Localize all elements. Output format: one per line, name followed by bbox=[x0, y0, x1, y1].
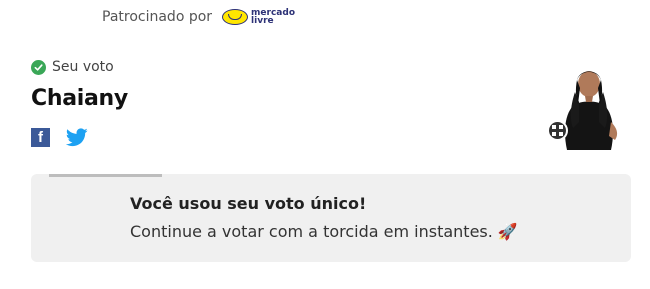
candidate-name: Chaiany bbox=[31, 86, 128, 111]
vote-confirmation-panel: Você usou seu voto único! Continue a vot… bbox=[31, 174, 631, 262]
sponsor-bar: Patrocinado por mercado livre bbox=[102, 6, 295, 28]
share-buttons: f bbox=[31, 128, 88, 147]
twitter-icon[interactable] bbox=[65, 128, 88, 147]
progress-bar bbox=[49, 174, 162, 177]
check-circle-icon bbox=[31, 59, 46, 75]
vote-status: Seu voto bbox=[31, 59, 114, 75]
mercado-livre-logo[interactable]: mercado livre bbox=[222, 9, 295, 26]
confirmation-title: Você usou seu voto único! bbox=[130, 194, 367, 213]
vote-status-label: Seu voto bbox=[52, 59, 114, 75]
confirmation-text: Continue a votar com a torcida em instan… bbox=[130, 222, 518, 241]
brand-line-2: livre bbox=[251, 16, 274, 26]
handshake-icon bbox=[222, 9, 249, 25]
sponsor-label: Patrocinado por bbox=[102, 9, 213, 25]
facebook-icon[interactable]: f bbox=[31, 128, 50, 147]
expand-icon[interactable] bbox=[547, 120, 568, 141]
